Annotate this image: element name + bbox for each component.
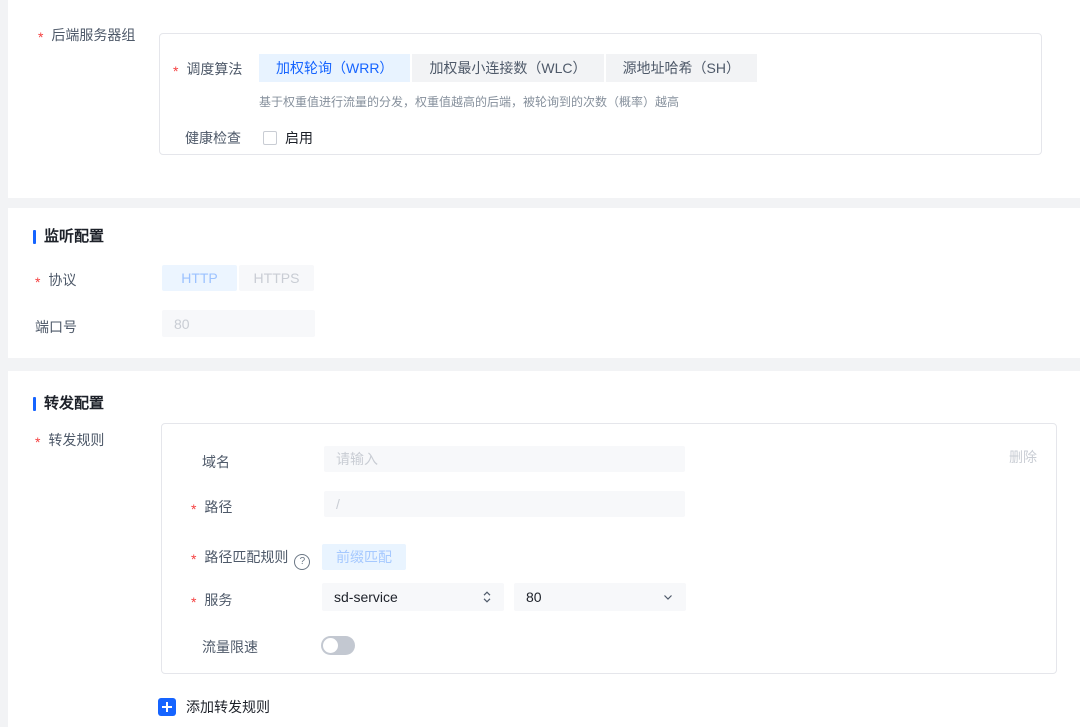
scheduling-box: 调度算法 加权轮询（WRR） 加权最小连接数（WLC） 源地址哈希（SH） 基于…	[159, 33, 1042, 155]
path-input[interactable]	[324, 491, 685, 517]
forwarding-section-header: 转发配置	[33, 394, 104, 414]
listener-config-card: 监听配置 协议 HTTP HTTPS 端口号	[8, 208, 1080, 358]
rate-limit-toggle[interactable]	[321, 636, 355, 655]
backend-server-group-card: 后端服务器组 调度算法 加权轮询（WRR） 加权最小连接数（WLC） 源地址哈希…	[8, 0, 1080, 198]
tab-wrr[interactable]: 加权轮询（WRR）	[259, 54, 411, 82]
path-label: 路径	[191, 497, 232, 517]
health-check-checkbox[interactable]	[263, 131, 277, 145]
port-input[interactable]	[162, 310, 315, 337]
rate-limit-label: 流量限速	[202, 639, 258, 655]
backend-group-label-text: 后端服务器组	[51, 27, 136, 43]
spinner-updown-icon	[482, 589, 492, 605]
scheduling-algorithm-tabs: 加权轮询（WRR） 加权最小连接数（WLC） 源地址哈希（SH）	[259, 54, 758, 82]
forwarding-config-card: 转发配置 转发规则 删除 域名 路径 路径匹配规则 前缀匹配 服务	[8, 371, 1080, 727]
port-label: 端口号	[35, 319, 77, 335]
tab-sh[interactable]: 源地址哈希（SH）	[605, 54, 758, 82]
protocol-options: HTTP HTTPS	[162, 265, 314, 291]
health-check-label: 健康检查	[185, 130, 241, 146]
listener-section-title: 监听配置	[44, 228, 105, 245]
add-forwarding-rule-button[interactable]: 添加转发规则	[158, 697, 270, 717]
service-label-text: 服务	[204, 592, 233, 608]
delete-rule-link[interactable]: 删除	[1009, 447, 1037, 467]
scheduling-algorithm-label-text: 调度算法	[186, 61, 243, 77]
forwarding-rules-label: 转发规则	[35, 430, 104, 450]
section-bar-icon	[33, 397, 36, 411]
protocol-http-button[interactable]: HTTP	[162, 265, 237, 291]
health-check-enable[interactable]: 启用	[263, 128, 313, 148]
toggle-knob	[323, 638, 338, 653]
health-check-checkbox-label: 启用	[285, 130, 313, 146]
protocol-https-button[interactable]: HTTPS	[239, 265, 314, 291]
forwarding-rules-label-text: 转发规则	[48, 432, 105, 448]
domain-label: 域名	[202, 454, 230, 470]
tab-wlc[interactable]: 加权最小连接数（WLC）	[412, 54, 604, 82]
path-match-label-text: 路径匹配规则	[204, 549, 289, 565]
scheduling-algorithm-label: 调度算法	[173, 59, 242, 79]
scheduling-description: 基于权重值进行流量的分发，权重值越高的后端，被轮询到的次数（概率）越高	[259, 95, 680, 109]
plus-icon	[158, 698, 176, 716]
protocol-label: 协议	[35, 270, 76, 290]
protocol-label-text: 协议	[48, 272, 77, 288]
add-forwarding-rule-label: 添加转发规则	[186, 699, 270, 715]
path-match-label: 路径匹配规则	[191, 547, 311, 570]
forwarding-section-title: 转发配置	[44, 395, 105, 412]
forwarding-rule-box: 删除 域名 路径 路径匹配规则 前缀匹配 服务 sd-service	[161, 423, 1057, 674]
service-port-select[interactable]: 80	[514, 583, 686, 611]
service-label: 服务	[191, 590, 232, 610]
backend-group-label: 后端服务器组	[38, 25, 135, 45]
domain-input[interactable]	[324, 446, 685, 472]
help-icon[interactable]	[294, 554, 311, 570]
service-port-value: 80	[526, 589, 542, 605]
listener-section-header: 监听配置	[33, 227, 104, 247]
load-balancer-config-page: 后端服务器组 调度算法 加权轮询（WRR） 加权最小连接数（WLC） 源地址哈希…	[0, 0, 1080, 727]
path-label-text: 路径	[204, 499, 233, 515]
service-name-value: sd-service	[334, 589, 398, 605]
prefix-match-button[interactable]: 前缀匹配	[322, 544, 406, 570]
section-bar-icon	[33, 230, 36, 244]
service-name-select[interactable]: sd-service	[322, 583, 504, 611]
chevron-down-icon	[662, 591, 674, 603]
